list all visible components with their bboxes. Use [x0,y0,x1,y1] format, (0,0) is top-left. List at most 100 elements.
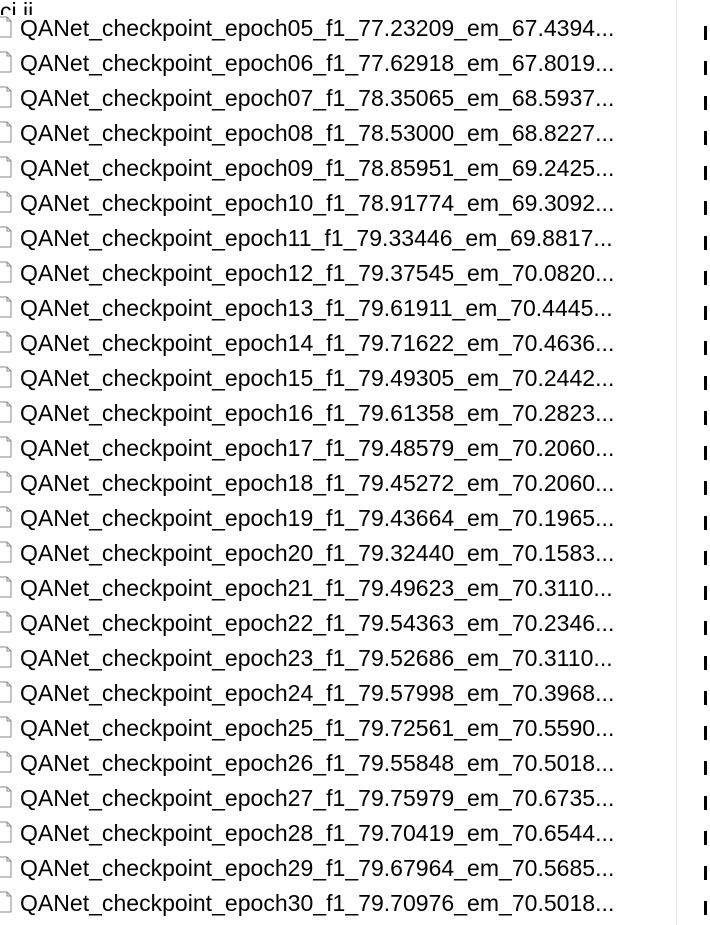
file-icon [0,506,12,528]
file-name: QANet_checkpoint_epoch17_f1_79.48579_em_… [20,435,615,461]
clipped-column-glyph [704,656,707,670]
file-row[interactable]: QANet_checkpoint_epoch19_f1_79.43664_em_… [0,500,676,535]
file-row[interactable]: QANet_checkpoint_epoch05_f1_77.23209_em_… [0,10,676,45]
file-row[interactable]: QANet_checkpoint_epoch14_f1_79.71622_em_… [0,325,676,360]
file-icon [0,436,12,458]
right-column [676,0,710,925]
clipped-column-glyph [704,726,707,740]
file-name: QANet_checkpoint_epoch30_f1_79.70976_em_… [20,890,615,916]
clipped-column-glyph [704,551,707,565]
file-name: QANet_checkpoint_epoch24_f1_79.57998_em_… [20,680,615,706]
file-name: QANet_checkpoint_epoch28_f1_79.70419_em_… [20,820,615,846]
file-icon [0,856,12,878]
clipped-column-glyph [704,271,707,285]
file-name: QANet_checkpoint_epoch12_f1_79.37545_em_… [20,260,615,286]
clipped-column-glyph [704,621,707,635]
file-name: QANet_checkpoint_epoch19_f1_79.43664_em_… [20,505,615,531]
file-icon [0,121,12,143]
clipped-column-glyph [704,691,707,705]
file-row[interactable]: QANet_checkpoint_epoch06_f1_77.62918_em_… [0,45,676,80]
file-row[interactable]: QANet_checkpoint_epoch28_f1_79.70419_em_… [0,815,676,850]
file-name: QANet_checkpoint_epoch13_f1_79.61911_em_… [20,295,613,321]
file-row[interactable]: QANet_checkpoint_epoch11_f1_79.33446_em_… [0,220,676,255]
clipped-column-glyph [704,516,707,530]
file-icon [0,156,12,178]
file-icon [0,471,12,493]
file-row[interactable]: QANet_checkpoint_epoch10_f1_78.91774_em_… [0,185,676,220]
file-row[interactable]: QANet_checkpoint_epoch17_f1_79.48579_em_… [0,430,676,465]
clipped-column-glyph [704,96,707,110]
clipped-column-glyph [704,26,707,40]
file-icon [0,296,12,318]
file-icon [0,716,12,738]
file-icon [0,891,12,913]
file-name: QANet_checkpoint_epoch14_f1_79.71622_em_… [20,330,615,356]
file-name: QANet_checkpoint_epoch11_f1_79.33446_em_… [20,225,613,251]
clipped-column-glyph [704,306,707,320]
file-icon [0,751,12,773]
clipped-column-glyph [704,901,707,915]
clipped-column-glyph [704,236,707,250]
file-row[interactable]: QANet_checkpoint_epoch15_f1_79.49305_em_… [0,360,676,395]
clipped-column-glyph [704,166,707,180]
file-icon [0,821,12,843]
file-icon [0,401,12,423]
clipped-column-glyph [704,446,707,460]
file-icon [0,611,12,633]
file-name: QANet_checkpoint_epoch23_f1_79.52686_em_… [20,645,613,671]
file-name: QANet_checkpoint_epoch29_f1_79.67964_em_… [20,855,615,881]
file-icon [0,86,12,108]
file-row[interactable]: QANet_checkpoint_epoch13_f1_79.61911_em_… [0,290,676,325]
file-row[interactable]: QANet_checkpoint_epoch18_f1_79.45272_em_… [0,465,676,500]
file-name: QANet_checkpoint_epoch21_f1_79.49623_em_… [20,575,613,601]
clipped-column-glyph [704,761,707,775]
file-row[interactable]: QANet_checkpoint_epoch27_f1_79.75979_em_… [0,780,676,815]
file-list: ci ij QANet_checkpoint_epoch05_f1_77.232… [0,0,676,925]
clipped-column-glyph [704,201,707,215]
file-name: QANet_checkpoint_epoch07_f1_78.35065_em_… [20,85,615,111]
file-row[interactable]: QANet_checkpoint_epoch08_f1_78.53000_em_… [0,115,676,150]
file-row[interactable]: QANet_checkpoint_epoch07_f1_78.35065_em_… [0,80,676,115]
file-name: QANet_checkpoint_epoch08_f1_78.53000_em_… [20,120,615,146]
file-rows: QANet_checkpoint_epoch05_f1_77.23209_em_… [0,10,676,920]
file-icon [0,646,12,668]
clipped-column-glyph [704,481,707,495]
file-icon [0,16,12,38]
file-row[interactable]: QANet_checkpoint_epoch12_f1_79.37545_em_… [0,255,676,290]
file-icon [0,541,12,563]
clipped-column-glyph [704,61,707,75]
file-row[interactable]: QANet_checkpoint_epoch29_f1_79.67964_em_… [0,850,676,885]
file-row[interactable]: QANet_checkpoint_epoch09_f1_78.85951_em_… [0,150,676,185]
file-name: QANet_checkpoint_epoch09_f1_78.85951_em_… [20,155,615,181]
file-icon [0,191,12,213]
file-name: QANet_checkpoint_epoch18_f1_79.45272_em_… [20,470,615,496]
clipped-column-glyph [704,831,707,845]
file-row[interactable]: QANet_checkpoint_epoch22_f1_79.54363_em_… [0,605,676,640]
file-row[interactable]: QANet_checkpoint_epoch16_f1_79.61358_em_… [0,395,676,430]
file-row[interactable]: QANet_checkpoint_epoch24_f1_79.57998_em_… [0,675,676,710]
file-icon [0,226,12,248]
file-row[interactable]: QANet_checkpoint_epoch20_f1_79.32440_em_… [0,535,676,570]
file-name: QANet_checkpoint_epoch05_f1_77.23209_em_… [20,15,615,41]
clipped-column-glyph [704,376,707,390]
file-row[interactable]: QANet_checkpoint_epoch23_f1_79.52686_em_… [0,640,676,675]
file-name: QANet_checkpoint_epoch20_f1_79.32440_em_… [20,540,615,566]
file-row[interactable]: QANet_checkpoint_epoch25_f1_79.72561_em_… [0,710,676,745]
file-row[interactable]: QANet_checkpoint_epoch26_f1_79.55848_em_… [0,745,676,780]
file-icon [0,331,12,353]
file-name: QANet_checkpoint_epoch10_f1_78.91774_em_… [20,190,615,216]
file-name: QANet_checkpoint_epoch25_f1_79.72561_em_… [20,715,615,741]
clipped-column-glyph [704,341,707,355]
file-name: QANet_checkpoint_epoch06_f1_77.62918_em_… [20,50,615,76]
clipped-column-glyph [704,866,707,880]
file-icon [0,261,12,283]
file-icon [0,576,12,598]
file-icon [0,366,12,388]
file-name: QANet_checkpoint_epoch26_f1_79.55848_em_… [20,750,615,776]
file-name: QANet_checkpoint_epoch22_f1_79.54363_em_… [20,610,615,636]
file-row[interactable]: QANet_checkpoint_epoch21_f1_79.49623_em_… [0,570,676,605]
clipped-column-glyph [704,586,707,600]
clipped-column-glyph [704,131,707,145]
file-name: QANet_checkpoint_epoch15_f1_79.49305_em_… [20,365,615,391]
file-row[interactable]: QANet_checkpoint_epoch30_f1_79.70976_em_… [0,885,676,920]
